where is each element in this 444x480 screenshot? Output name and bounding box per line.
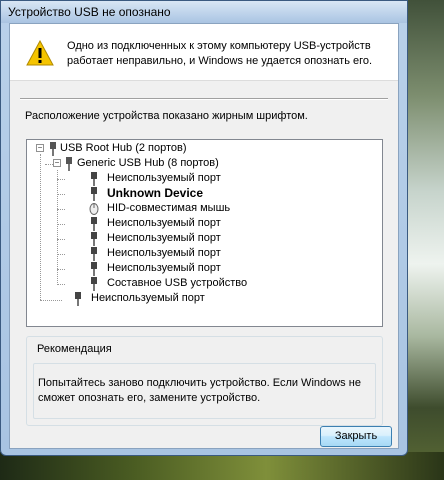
- close-button[interactable]: Закрыть: [320, 426, 392, 447]
- tree-item-port[interactable]: Неиспользуемый порт: [107, 171, 221, 186]
- usb-plug-icon: [91, 217, 97, 231]
- tree-line: [57, 224, 65, 225]
- tree-line: [57, 209, 65, 210]
- collapse-toggle-icon[interactable]: −: [36, 144, 44, 152]
- tree-item-port[interactable]: Неиспользуемый порт: [107, 261, 221, 276]
- tree-line: [57, 254, 65, 255]
- window-title: Устройство USB не опознано: [8, 5, 171, 19]
- tree-line: [57, 239, 65, 240]
- usb-plug-icon: [91, 187, 97, 201]
- tree-item-unknown-device[interactable]: Unknown Device: [107, 186, 203, 201]
- warning-icon: [26, 40, 54, 66]
- tree-item-root-port[interactable]: Неиспользуемый порт: [91, 291, 205, 306]
- usb-plug-icon: [75, 292, 81, 306]
- tree-line: [45, 164, 53, 165]
- tree-item-composite-device[interactable]: Составное USB устройство: [107, 276, 247, 291]
- usb-device-tree[interactable]: − USB Root Hub (2 портов) − Generic USB …: [26, 139, 383, 327]
- usb-plug-icon: [91, 247, 97, 261]
- usb-plug-icon: [66, 157, 72, 171]
- desktop-background-bottom: [0, 452, 444, 480]
- tree-line: [57, 179, 65, 180]
- tree-item-hid-mouse[interactable]: HID-совместимая мышь: [107, 201, 230, 216]
- tree-line: [57, 170, 58, 285]
- desktop-background: [406, 0, 444, 480]
- tree-line: [57, 284, 65, 285]
- recommendation-text: Попытайтесь заново подключить устройство…: [38, 377, 361, 404]
- usb-plug-icon: [50, 142, 56, 156]
- usb-plug-icon: [91, 232, 97, 246]
- message-area: Одно из подключенных к этому компьютеру …: [10, 24, 398, 81]
- usb-plug-icon: [91, 262, 97, 276]
- recommendation-box: Попытайтесь заново подключить устройство…: [33, 363, 376, 419]
- main-message: Одно из подключенных к этому компьютеру …: [67, 40, 373, 67]
- tree-item-generic-hub[interactable]: Generic USB Hub (8 портов): [77, 156, 219, 171]
- tree-line: [57, 269, 65, 270]
- usb-plug-icon: [91, 172, 97, 186]
- tree-item-port[interactable]: Неиспользуемый порт: [107, 216, 221, 231]
- separator: [20, 98, 388, 100]
- recommendation-title: Рекомендация: [37, 343, 112, 355]
- tree-item-port[interactable]: Неиспользуемый порт: [107, 231, 221, 246]
- title-bar[interactable]: Устройство USB не опознано: [1, 1, 407, 23]
- tree-line: [40, 300, 62, 301]
- location-label: Расположение устройства показано жирным …: [25, 110, 308, 122]
- usb-plug-icon: [91, 277, 97, 291]
- usb-error-dialog: Устройство USB не опознано Одно из подкл…: [0, 0, 408, 456]
- dialog-body: Одно из подключенных к этому компьютеру …: [9, 23, 399, 449]
- recommendation-group: Рекомендация Попытайтесь заново подключи…: [26, 336, 383, 426]
- tree-item-root-hub[interactable]: USB Root Hub (2 портов): [60, 141, 187, 156]
- tree-item-port[interactable]: Неиспользуемый порт: [107, 246, 221, 261]
- mouse-icon: [89, 203, 99, 215]
- tree-line: [40, 154, 41, 300]
- tree-line: [57, 194, 65, 195]
- collapse-toggle-icon[interactable]: −: [53, 159, 61, 167]
